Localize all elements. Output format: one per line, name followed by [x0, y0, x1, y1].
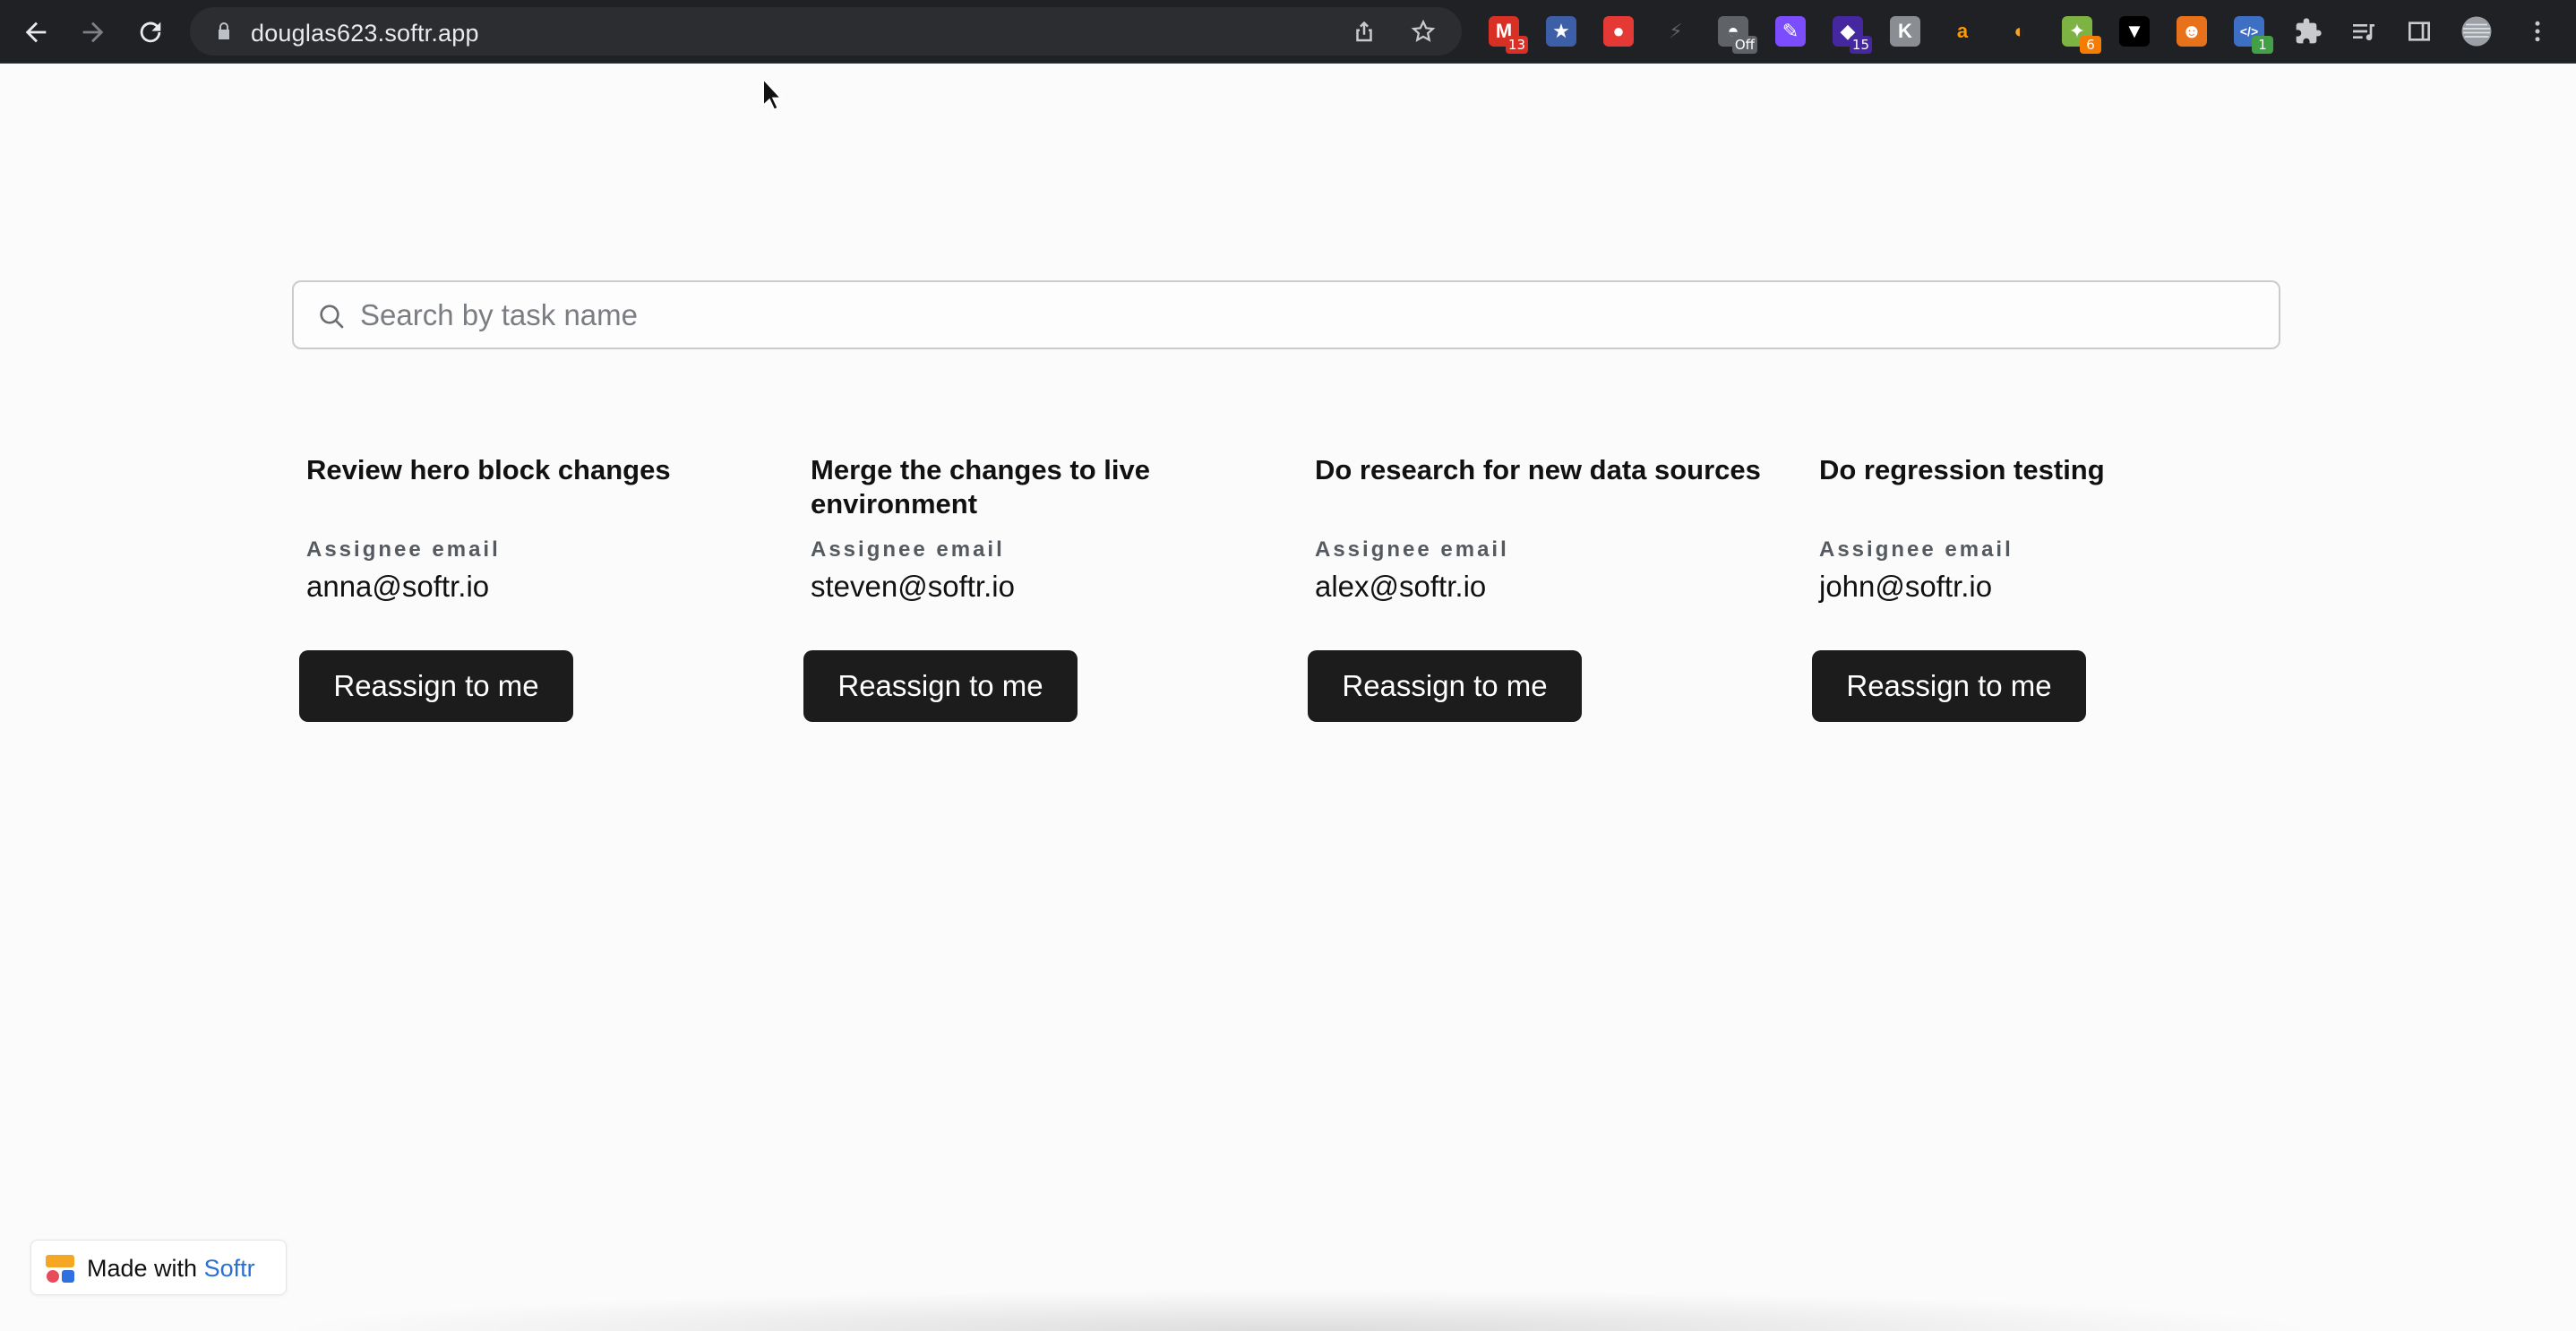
made-with-text: Made with Softr [87, 1255, 255, 1283]
bulb-icon[interactable]: ✦ 6 [2058, 13, 2101, 54]
task-card: Merge the changes to live environment As… [803, 453, 1276, 722]
code-icon[interactable]: </> 1 [2230, 13, 2273, 54]
bookmark-star-icon[interactable] [1410, 18, 1437, 45]
avatar-icon [2461, 16, 2492, 47]
back-button[interactable] [16, 13, 56, 52]
mouse-cursor-icon [762, 77, 784, 111]
reassign-button[interactable]: Reassign to me [803, 650, 1078, 722]
extensions-puzzle-button[interactable] [2289, 13, 2327, 50]
diamond-icon[interactable]: ◆ 15 [1829, 13, 1872, 54]
reload-icon [140, 21, 161, 43]
red-app-icon[interactable]: ● [1600, 13, 1637, 50]
reading-list-button[interactable] [2345, 13, 2383, 50]
star-bookmark-icon[interactable]: ★ [1542, 13, 1580, 50]
k-icon-glyph: K [1890, 16, 1920, 47]
forward-button[interactable] [73, 13, 113, 52]
extension-badge: 13 [1505, 36, 1528, 54]
extension-badge: 1 [2252, 36, 2273, 54]
browser-toolbar: douglas623.softr.app M 13 ★ ● ⚡ ◓ Off ✎ ◆ 15 Ka ◐ ✦ 6… [0, 0, 2576, 64]
task-card: Do research for new data sources Assigne… [1308, 453, 1781, 722]
back-arrow-icon [25, 21, 47, 43]
softr-brand-link: Softr [203, 1255, 255, 1282]
assignee-email: steven@softr.io [811, 570, 1015, 603]
mask-icon[interactable]: ▼ [2116, 13, 2153, 50]
assignee-label: Assignee email [811, 537, 1005, 562]
address-bar[interactable]: douglas623.softr.app [190, 7, 1462, 56]
url-text: douglas623.softr.app [251, 20, 479, 47]
page-content: Review hero block changes Assignee email… [0, 64, 2576, 1331]
k-icon[interactable]: K [1886, 13, 1924, 50]
feather-icon-glyph: ✎ [1775, 16, 1806, 47]
search-box[interactable] [292, 280, 2280, 349]
crescent-icon[interactable]: ◐ [2001, 13, 2039, 50]
puzzle-icon [2296, 18, 2322, 44]
red-app-icon-glyph: ● [1603, 16, 1634, 47]
profile-avatar[interactable] [2458, 13, 2495, 50]
gmail-icon[interactable]: M 13 [1485, 13, 1528, 54]
amazon-icon-glyph: a [1947, 16, 1978, 47]
side-panel-button[interactable] [2400, 13, 2438, 50]
assignee-email: anna@softr.io [306, 570, 490, 603]
reassign-button[interactable]: Reassign to me [1308, 650, 1582, 722]
amazon-icon[interactable]: a [1944, 13, 1981, 50]
search-icon [320, 305, 344, 329]
mask-icon-glyph: ▼ [2119, 16, 2150, 47]
assignee-email: john@softr.io [1819, 570, 1993, 603]
assignee-label: Assignee email [1819, 537, 2014, 562]
extension-badge: 15 [1849, 36, 1872, 54]
robot-icon-glyph: ☻ [2177, 16, 2207, 47]
forward-arrow-icon [82, 21, 104, 43]
made-with-softr-badge[interactable]: Made with Softr [30, 1240, 287, 1295]
extension-badge: Off [1731, 36, 1757, 54]
crescent-icon-glyph: ◐ [2005, 16, 2035, 47]
bottom-shadow [269, 1290, 2329, 1331]
made-with-label: Made with [87, 1255, 198, 1282]
hat-icon[interactable]: ◓ Off [1714, 13, 1757, 54]
reload-button[interactable] [131, 13, 170, 52]
task-title: Merge the changes to live environment [811, 454, 1150, 520]
bolt-icon-glyph: ⚡ [1661, 16, 1691, 47]
lock-icon [219, 22, 229, 39]
side-panel-icon [2409, 21, 2430, 41]
task-title: Do research for new data sources [1315, 454, 1761, 485]
search-input[interactable] [360, 288, 2241, 343]
kebab-menu-icon [2535, 21, 2540, 42]
browser-menu-button[interactable] [2519, 13, 2556, 50]
extension-badge: 6 [2080, 36, 2101, 54]
star-bookmark-icon-glyph: ★ [1546, 16, 1576, 47]
reassign-button[interactable]: Reassign to me [299, 650, 573, 722]
softr-logo-icon [46, 1255, 74, 1283]
assignee-label: Assignee email [1315, 537, 1509, 562]
task-card: Review hero block changes Assignee email… [299, 453, 772, 722]
task-title: Do regression testing [1819, 454, 2105, 485]
assignee-label: Assignee email [306, 537, 501, 562]
reassign-button[interactable]: Reassign to me [1812, 650, 2086, 722]
task-card: Do regression testing Assignee email joh… [1812, 453, 2285, 722]
task-title: Review hero block changes [306, 454, 671, 485]
assignee-email: alex@softr.io [1315, 570, 1487, 603]
robot-icon[interactable]: ☻ [2173, 13, 2211, 50]
reading-list-icon [2353, 24, 2374, 41]
share-icon[interactable] [1351, 18, 1378, 45]
feather-icon[interactable]: ✎ [1772, 13, 1809, 50]
bolt-icon[interactable]: ⚡ [1657, 13, 1695, 50]
